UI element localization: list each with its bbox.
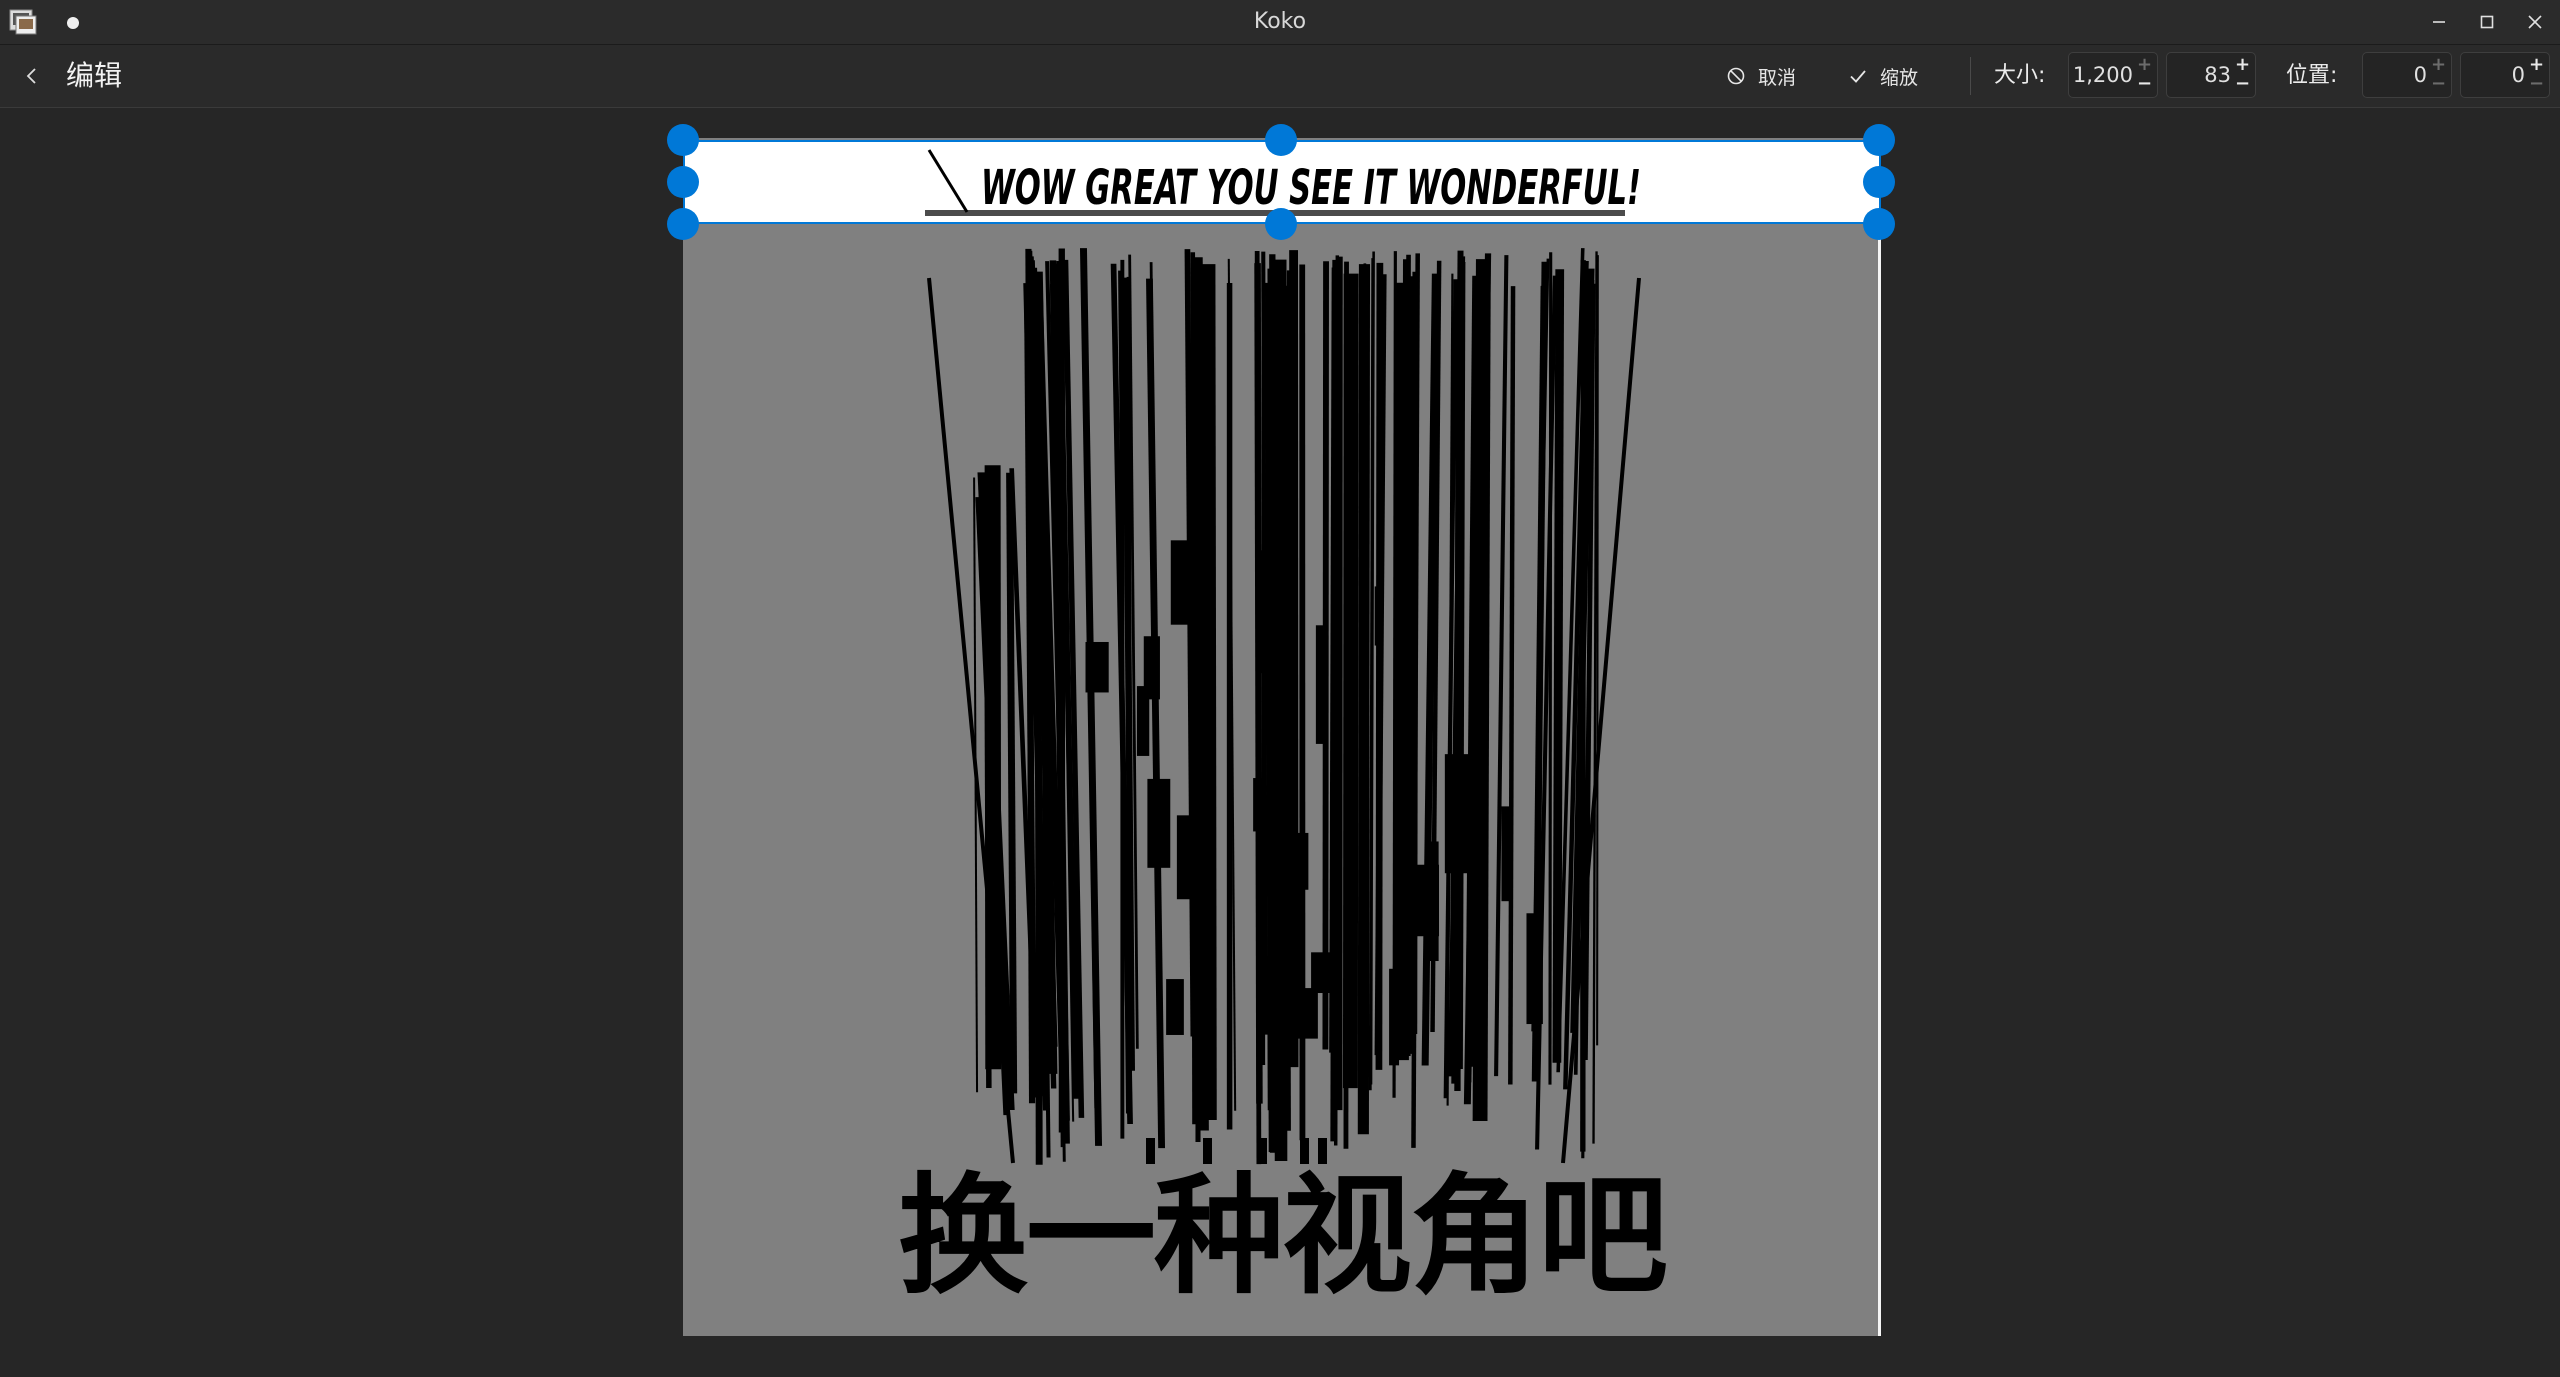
position-label: 位置: bbox=[2286, 63, 2338, 88]
y-increment-icon[interactable]: + bbox=[2529, 56, 2544, 74]
stretched-text-artwork bbox=[927, 248, 1641, 1165]
title-bar: Koko bbox=[0, 0, 2560, 45]
height-value: 83 bbox=[2204, 63, 2231, 87]
x-position-spinbox[interactable]: 0 + − bbox=[2362, 52, 2452, 98]
window-title: Koko bbox=[1253, 9, 1307, 34]
x-increment-icon[interactable]: + bbox=[2431, 56, 2446, 74]
close-window-button[interactable] bbox=[2518, 6, 2552, 38]
image-canvas: 换一种视角吧 WOW GREAT YOU SEE IT WONDERFUL! bbox=[0, 108, 2560, 1377]
page-title: 编辑 bbox=[66, 59, 123, 92]
y-position-spinbox[interactable]: 0 + − bbox=[2460, 52, 2550, 98]
scale-button[interactable]: 缩放 bbox=[1848, 59, 1918, 93]
strip-text: WOW GREAT YOU SEE IT WONDERFUL! bbox=[981, 160, 1641, 216]
crop-handle-bottom-left[interactable] bbox=[667, 208, 699, 240]
height-decrement-icon[interactable]: − bbox=[2235, 75, 2250, 93]
y-value: 0 bbox=[2511, 63, 2525, 87]
width-decrement-icon[interactable]: − bbox=[2137, 75, 2152, 93]
crop-handle-top-left[interactable] bbox=[667, 124, 699, 156]
height-spinbox[interactable]: 83 + − bbox=[2166, 52, 2256, 98]
width-value: 1,200 bbox=[2072, 63, 2133, 87]
minimize-button[interactable] bbox=[2422, 6, 2456, 38]
height-increment-icon[interactable]: + bbox=[2235, 56, 2250, 74]
modified-dot-icon bbox=[67, 17, 79, 29]
size-label: 大小: bbox=[1994, 63, 2046, 88]
scale-label: 缩放 bbox=[1880, 66, 1919, 89]
cancel-label: 取消 bbox=[1758, 66, 1797, 89]
koko-app-icon bbox=[9, 9, 37, 35]
toolbar-separator bbox=[1970, 57, 1971, 95]
crop-handle-top-right[interactable] bbox=[1863, 124, 1895, 156]
back-button[interactable] bbox=[16, 60, 48, 92]
crop-handle-bottom[interactable] bbox=[1265, 208, 1297, 240]
width-spinbox[interactable]: 1,200 + − bbox=[2068, 52, 2158, 98]
close-icon bbox=[2528, 15, 2542, 29]
maximize-icon bbox=[2480, 15, 2494, 29]
x-decrement-icon[interactable]: − bbox=[2431, 75, 2446, 93]
edited-image: 换一种视角吧 bbox=[683, 138, 1881, 1336]
checkmark-icon bbox=[1850, 70, 1866, 83]
width-increment-icon[interactable]: + bbox=[2137, 56, 2152, 74]
cancel-button[interactable]: 取消 bbox=[1726, 59, 1796, 93]
chevron-left-icon bbox=[26, 68, 36, 84]
editor-toolbar: 编辑 取消 缩放 大小: 1,200 + − 83 + − 位置: 0 + − … bbox=[0, 45, 2560, 108]
image-caption: 换一种视角吧 bbox=[897, 1160, 1668, 1312]
cancel-icon bbox=[1727, 67, 1745, 85]
y-decrement-icon[interactable]: − bbox=[2529, 75, 2544, 93]
maximize-button[interactable] bbox=[2470, 6, 2504, 38]
crop-handle-right[interactable] bbox=[1863, 166, 1895, 198]
crop-handle-left[interactable] bbox=[667, 166, 699, 198]
minimize-icon bbox=[2433, 21, 2445, 23]
crop-handle-bottom-right[interactable] bbox=[1863, 208, 1895, 240]
crop-handle-top[interactable] bbox=[1265, 124, 1297, 156]
x-value: 0 bbox=[2413, 63, 2427, 87]
